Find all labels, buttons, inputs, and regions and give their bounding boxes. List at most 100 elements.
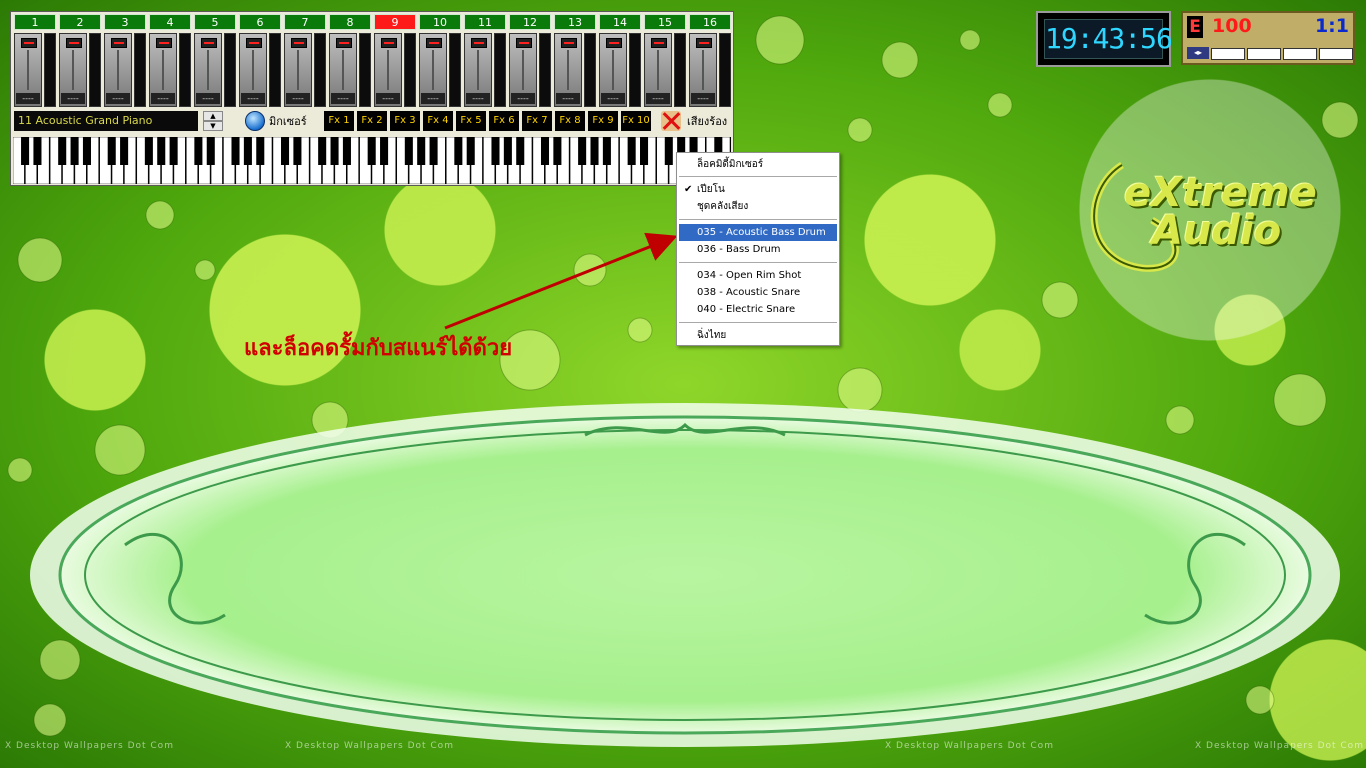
menu-item-open-rim-shot[interactable]: 034 - Open Rim Shot bbox=[679, 267, 837, 284]
piano-black-key[interactable] bbox=[367, 137, 376, 165]
channel-fader[interactable]: ---- bbox=[194, 33, 222, 107]
piano-keyboard[interactable] bbox=[13, 137, 731, 184]
menu-item-bass-drum[interactable]: 036 - Bass Drum bbox=[679, 241, 837, 258]
piano-black-key[interactable] bbox=[664, 137, 673, 165]
channel-number-button[interactable]: 12 bbox=[509, 14, 551, 30]
piano-black-key[interactable] bbox=[293, 137, 302, 165]
fader-knob[interactable] bbox=[291, 38, 307, 48]
fader-knob[interactable] bbox=[66, 38, 82, 48]
piano-black-key[interactable] bbox=[330, 137, 339, 165]
fx-button[interactable]: Fx 8 bbox=[555, 111, 585, 131]
channel-number-button[interactable]: 1 bbox=[14, 14, 56, 30]
channel-number-button[interactable]: 4 bbox=[149, 14, 191, 30]
channel-fader[interactable]: ---- bbox=[599, 33, 627, 107]
fader-knob[interactable] bbox=[381, 38, 397, 48]
channel-fader[interactable]: ---- bbox=[329, 33, 357, 107]
fx-button[interactable]: Fx 10 bbox=[621, 111, 651, 131]
channel-number-button[interactable]: 8 bbox=[329, 14, 371, 30]
menu-item-thai-cymbal[interactable]: ฉิ่งไทย bbox=[679, 327, 837, 344]
fader-knob[interactable] bbox=[156, 38, 172, 48]
fx-button[interactable]: Fx 6 bbox=[489, 111, 519, 131]
piano-black-key[interactable] bbox=[516, 137, 525, 165]
fader-knob[interactable] bbox=[246, 38, 262, 48]
menu-item-piano[interactable]: ✔ เปียโน bbox=[679, 181, 837, 198]
fader-knob[interactable] bbox=[21, 38, 37, 48]
channel-fader[interactable]: ---- bbox=[554, 33, 582, 107]
piano-black-key[interactable] bbox=[144, 137, 153, 165]
channel-fader[interactable]: ---- bbox=[59, 33, 87, 107]
instrument-display[interactable]: 11 Acoustic Grand Piano bbox=[14, 111, 198, 131]
menu-item-electric-snare[interactable]: 040 - Electric Snare bbox=[679, 301, 837, 318]
channel-number-button[interactable]: 7 bbox=[284, 14, 326, 30]
menu-item-lock-midi-mixer[interactable]: ล็อคมิดี้มิกเซอร์ bbox=[679, 156, 837, 173]
piano-black-key[interactable] bbox=[640, 137, 649, 165]
piano-black-key[interactable] bbox=[243, 137, 252, 165]
piano-black-key[interactable] bbox=[342, 137, 351, 165]
channel-number-button[interactable]: 13 bbox=[554, 14, 596, 30]
channel-fader[interactable]: ---- bbox=[509, 33, 537, 107]
fader-knob[interactable] bbox=[696, 38, 712, 48]
fx-button[interactable]: Fx 7 bbox=[522, 111, 552, 131]
fx-button[interactable]: Fx 1 bbox=[324, 111, 354, 131]
menu-item-acoustic-snare[interactable]: 038 - Acoustic Snare bbox=[679, 284, 837, 301]
piano-black-key[interactable] bbox=[627, 137, 636, 165]
channel-fader[interactable]: ---- bbox=[239, 33, 267, 107]
channel-number-button[interactable]: 14 bbox=[599, 14, 641, 30]
fx-button[interactable]: Fx 9 bbox=[588, 111, 618, 131]
piano-black-key[interactable] bbox=[429, 137, 438, 165]
piano-black-key[interactable] bbox=[491, 137, 500, 165]
fader-knob[interactable] bbox=[516, 38, 532, 48]
fader-knob[interactable] bbox=[471, 38, 487, 48]
channel-fader[interactable]: ---- bbox=[14, 33, 42, 107]
piano-black-key[interactable] bbox=[578, 137, 587, 165]
menu-item-acoustic-bass-drum[interactable]: 035 - Acoustic Bass Drum bbox=[679, 224, 837, 241]
channel-fader[interactable]: ---- bbox=[374, 33, 402, 107]
piano-black-key[interactable] bbox=[231, 137, 240, 165]
piano-black-key[interactable] bbox=[107, 137, 116, 165]
piano-black-key[interactable] bbox=[380, 137, 389, 165]
piano-black-key[interactable] bbox=[281, 137, 290, 165]
piano-black-key[interactable] bbox=[206, 137, 215, 165]
fader-knob[interactable] bbox=[201, 38, 217, 48]
channel-number-button[interactable]: 2 bbox=[59, 14, 101, 30]
fx-button[interactable]: Fx 3 bbox=[390, 111, 420, 131]
fader-knob[interactable] bbox=[336, 38, 352, 48]
channel-number-button[interactable]: 5 bbox=[194, 14, 236, 30]
channel-fader[interactable]: ---- bbox=[149, 33, 177, 107]
piano-black-key[interactable] bbox=[194, 137, 203, 165]
piano-black-key[interactable] bbox=[503, 137, 512, 165]
piano-black-key[interactable] bbox=[169, 137, 178, 165]
piano-black-key[interactable] bbox=[404, 137, 413, 165]
piano-black-key[interactable] bbox=[454, 137, 463, 165]
instrument-spinner[interactable]: ▲ ▼ bbox=[203, 111, 223, 132]
channel-number-button[interactable]: 16 bbox=[689, 14, 731, 30]
fx-button[interactable]: Fx 4 bbox=[423, 111, 453, 131]
piano-black-key[interactable] bbox=[318, 137, 327, 165]
fader-knob[interactable] bbox=[426, 38, 442, 48]
fx-button[interactable]: Fx 5 bbox=[456, 111, 486, 131]
channel-fader[interactable]: ---- bbox=[104, 33, 132, 107]
piano-black-key[interactable] bbox=[553, 137, 562, 165]
channel-number-button[interactable]: 15 bbox=[644, 14, 686, 30]
piano-black-key[interactable] bbox=[540, 137, 550, 165]
channel-fader[interactable]: ---- bbox=[689, 33, 717, 107]
piano-black-key[interactable] bbox=[70, 137, 79, 165]
piano-black-key[interactable] bbox=[33, 137, 42, 165]
channel-fader[interactable]: ---- bbox=[644, 33, 672, 107]
fader-knob[interactable] bbox=[651, 38, 667, 48]
piano-black-key[interactable] bbox=[590, 137, 599, 165]
piano-black-key[interactable] bbox=[157, 137, 166, 165]
channel-number-button[interactable]: 10 bbox=[419, 14, 461, 30]
channel-number-button[interactable]: 6 bbox=[239, 14, 281, 30]
menu-item-sound-bank[interactable]: ชุดคลังเสียง bbox=[679, 198, 837, 215]
channel-number-button[interactable]: 9 bbox=[374, 14, 416, 30]
spin-down-button[interactable]: ▼ bbox=[203, 121, 223, 131]
piano-black-key[interactable] bbox=[256, 137, 265, 165]
fader-knob[interactable] bbox=[561, 38, 577, 48]
channel-fader[interactable]: ---- bbox=[284, 33, 312, 107]
channel-number-button[interactable]: 3 bbox=[104, 14, 146, 30]
fader-knob[interactable] bbox=[606, 38, 622, 48]
channel-number-button[interactable]: 11 bbox=[464, 14, 506, 30]
fader-knob[interactable] bbox=[111, 38, 127, 48]
piano-black-key[interactable] bbox=[466, 137, 475, 165]
